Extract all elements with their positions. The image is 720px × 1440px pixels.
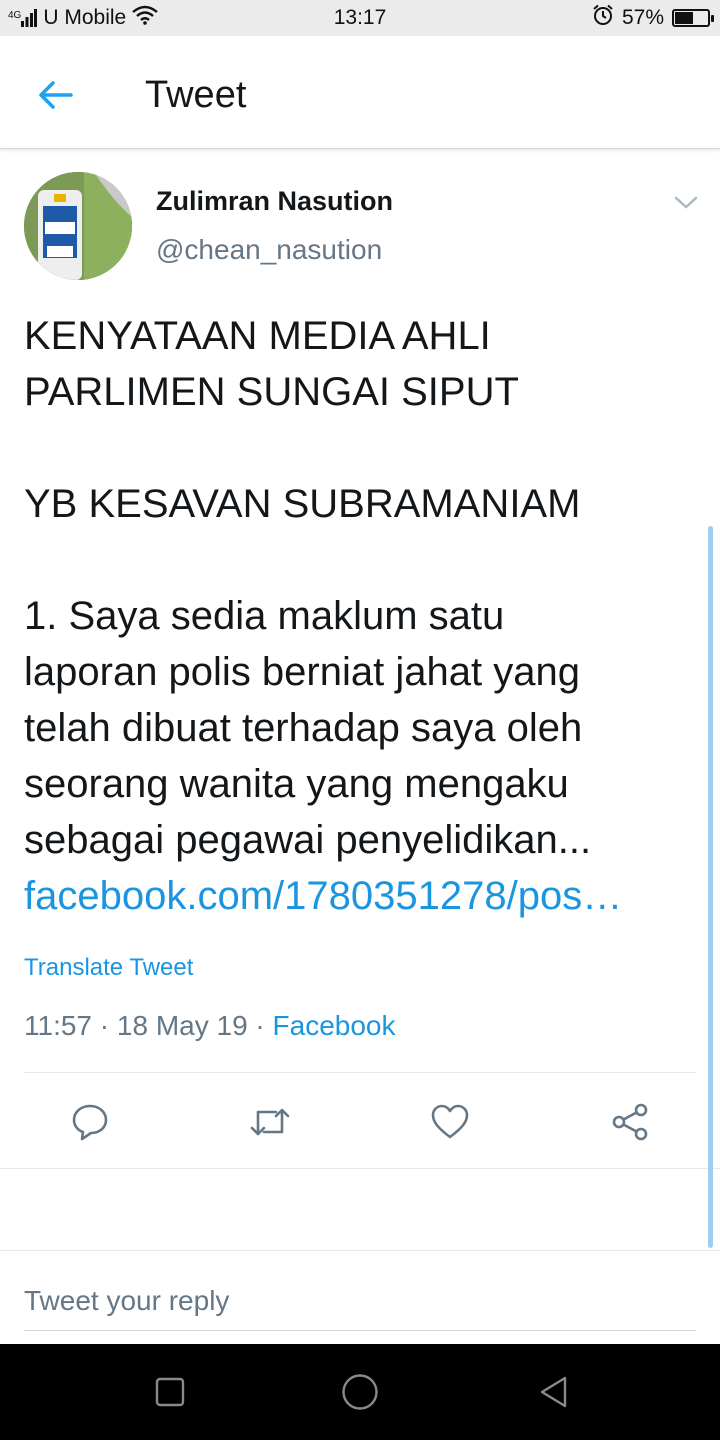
- divider: [24, 1072, 696, 1073]
- share-icon: [612, 1103, 648, 1141]
- chevron-down-icon: [674, 196, 698, 209]
- back-button[interactable]: [30, 72, 80, 118]
- tweet-line: laporan polis berniat jahat yang: [24, 650, 580, 694]
- divider: [0, 1168, 720, 1169]
- reply-icon: [72, 1104, 108, 1141]
- tweet-line: telah dibuat terhadap saya oleh: [24, 706, 583, 750]
- tweet-line: seorang wanita yang mengaku: [24, 762, 569, 806]
- status-right: 57%: [592, 0, 714, 36]
- share-button[interactable]: [608, 1100, 652, 1144]
- recents-button[interactable]: [150, 1372, 190, 1412]
- retweet-button[interactable]: [248, 1100, 292, 1144]
- system-nav-bar: [0, 1344, 720, 1440]
- battery-level: [675, 12, 693, 24]
- author-handle[interactable]: @chean_nasution: [156, 234, 382, 266]
- alarm-icon: [592, 4, 614, 32]
- battery-icon: [672, 9, 714, 27]
- meta-separator: ·: [247, 1010, 273, 1041]
- tweet-time: 11:57: [24, 1010, 92, 1041]
- home-icon: [342, 1374, 378, 1410]
- home-button[interactable]: [340, 1372, 380, 1412]
- tweet-link[interactable]: facebook.com/1780351278/pos…: [24, 868, 696, 924]
- page-title: Tweet: [145, 74, 247, 116]
- tweet-source-link[interactable]: Facebook: [273, 1010, 396, 1041]
- meta-separator: ·: [92, 1010, 117, 1041]
- scrollbar[interactable]: [708, 526, 713, 1248]
- avatar[interactable]: [24, 172, 132, 280]
- tweet-meta: 11:57 · 18 May 19 · Facebook: [24, 1010, 396, 1042]
- tweet-line: sebagai pegawai penyelidikan...: [24, 818, 592, 862]
- tweet-menu-button[interactable]: [672, 190, 700, 214]
- status-bar: 4G U Mobile 13:17 57%: [0, 0, 720, 36]
- retweet-icon: [250, 1108, 290, 1136]
- tweet-text: KENYATAAN MEDIA AHLI PARLIMEN SUNGAI SIP…: [24, 308, 700, 924]
- tweet-line: PARLIMEN SUNGAI SIPUT: [24, 370, 519, 414]
- like-icon: [431, 1104, 469, 1139]
- system-back-button[interactable]: [534, 1372, 574, 1412]
- tweet-line: 1. Saya sedia maklum satu: [24, 594, 505, 638]
- back-arrow-icon: [39, 81, 73, 109]
- divider: [0, 1250, 720, 1251]
- tweet-actions: [0, 1090, 720, 1154]
- tweet-line: KENYATAAN MEDIA AHLI: [24, 314, 491, 358]
- like-button[interactable]: [428, 1100, 472, 1144]
- app-header: Tweet: [0, 36, 720, 149]
- reply-input[interactable]: [24, 1272, 696, 1331]
- back-triangle-icon: [540, 1376, 567, 1408]
- tweet-date: 18 May 19: [116, 1010, 248, 1041]
- recents-icon: [155, 1377, 185, 1407]
- reply-button[interactable]: [68, 1100, 112, 1144]
- battery-percent: 57%: [621, 6, 664, 29]
- author-name[interactable]: Zulimran Nasution: [156, 186, 393, 217]
- tweet-line: YB KESAVAN SUBRAMANIAM: [24, 482, 581, 526]
- translate-tweet-link[interactable]: Translate Tweet: [24, 954, 193, 982]
